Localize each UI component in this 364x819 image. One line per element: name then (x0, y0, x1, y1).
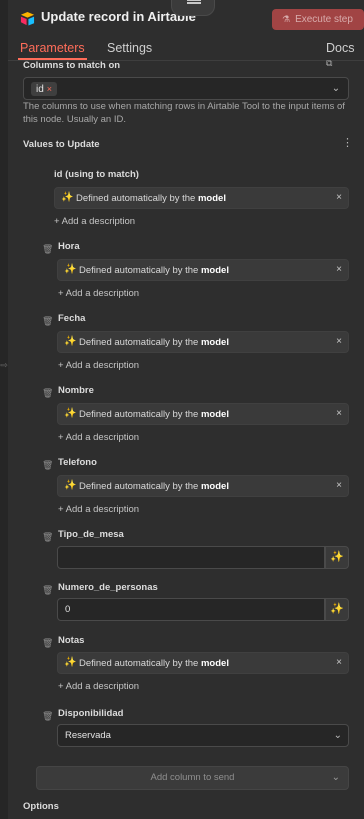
execute-step-label: Execute step (295, 14, 353, 25)
clear-icon[interactable]: × (336, 336, 342, 347)
field-label: Hora (58, 241, 80, 252)
drag-handle-icon[interactable]: ⇨ (0, 359, 8, 371)
trash-icon[interactable]: 🗑 (42, 460, 53, 470)
field-label: Notas (58, 635, 85, 646)
sparkle-icon: ✨ (61, 192, 74, 203)
trash-icon[interactable]: 🗑 (42, 585, 53, 595)
tab-settings[interactable]: Settings (107, 41, 152, 55)
options-label: Options (23, 801, 59, 812)
trash-icon[interactable]: 🗑 (42, 532, 53, 542)
add-description-link[interactable]: + Add a description (54, 216, 135, 227)
auto-value-box[interactable]: ✨ Defined automatically by the model × (57, 331, 349, 353)
disponibilidad-select[interactable]: Reservada ⌄ (57, 724, 349, 747)
add-description-link[interactable]: + Add a description (58, 504, 139, 515)
field-label: Nombre (58, 385, 94, 396)
trash-icon[interactable]: 🗑 (42, 388, 53, 398)
airtable-logo-icon (20, 11, 35, 26)
auto-value-text: Defined automatically by the model (79, 409, 229, 420)
auto-value-text: Defined automatically by the model (76, 193, 226, 204)
field-label: Numero_de_personas (58, 582, 158, 593)
field-label: Tipo_de_mesa (58, 529, 124, 540)
chevron-down-icon[interactable]: ⌄ (330, 83, 342, 95)
parameters-panel: Columns to match on id × ⌄ The columns to… (8, 61, 364, 819)
auto-value-box[interactable]: ✨ Defined automatically by the model × (54, 187, 349, 209)
field-label: Disponibilidad (58, 708, 124, 719)
columns-to-match-label: Columns to match on (23, 61, 121, 71)
add-column-select[interactable]: Add column to send ⌄ (36, 766, 349, 790)
node-tabs: Parameters Settings Docs ⧉ (8, 40, 364, 68)
sparkle-icon[interactable]: ✨ (325, 546, 349, 569)
sparkle-icon: ✨ (64, 264, 77, 275)
auto-value-text: Defined automatically by the model (79, 658, 229, 669)
columns-to-match-select[interactable]: id × ⌄ (23, 77, 349, 100)
left-panel-edge: ⇨ (0, 0, 8, 819)
sparkle-icon: ✨ (64, 408, 77, 419)
add-column-placeholder: Add column to send (150, 772, 235, 783)
tab-parameters[interactable]: Parameters (18, 41, 87, 60)
add-description-link[interactable]: + Add a description (58, 681, 139, 692)
column-chip-id[interactable]: id × (31, 82, 58, 96)
values-to-update-label: Values to Update (23, 139, 100, 150)
execute-step-button[interactable]: ⚗ Execute step (272, 9, 364, 30)
trash-icon[interactable]: 🗑 (42, 711, 53, 721)
docs-label: Docs (326, 41, 355, 55)
field-label: Fecha (58, 313, 86, 324)
chevron-down-icon: ⌄ (333, 730, 342, 741)
sparkle-icon: ✨ (64, 336, 77, 347)
chevron-down-icon: ⌄ (331, 772, 340, 783)
trash-icon[interactable]: 🗑 (42, 316, 53, 326)
add-description-link[interactable]: + Add a description (58, 432, 139, 443)
field-label: id (using to match) (54, 169, 139, 180)
auto-value-box[interactable]: ✨ Defined automatically by the model × (57, 475, 349, 497)
auto-value-box[interactable]: ✨ Defined automatically by the model × (57, 403, 349, 425)
clear-icon[interactable]: × (336, 480, 342, 491)
trash-icon[interactable]: 🗑 (42, 244, 53, 254)
auto-value-box[interactable]: ✨ Defined automatically by the model × (57, 652, 349, 674)
clear-icon[interactable]: × (336, 192, 342, 203)
remove-chip-icon[interactable]: × (47, 84, 52, 94)
auto-value-box[interactable]: ✨ Defined automatically by the model × (57, 259, 349, 281)
sparkle-icon: ✨ (64, 480, 77, 491)
trash-icon[interactable]: 🗑 (42, 638, 53, 648)
numero-de-personas-input[interactable]: 0 (57, 598, 325, 621)
selected-value: Reservada (65, 730, 111, 741)
sparkle-icon[interactable]: ✨ (325, 598, 349, 621)
field-label: Telefono (58, 457, 97, 468)
node-header: Update record in Airtable ⚗ Execute step (8, 0, 364, 40)
node-handle-icon[interactable] (171, 0, 215, 16)
column-chip-label: id (36, 84, 44, 95)
clear-icon[interactable]: × (336, 657, 342, 668)
more-options-icon[interactable]: ⋮ (342, 136, 353, 149)
auto-value-text: Defined automatically by the model (79, 481, 229, 492)
flask-icon: ⚗ (282, 14, 291, 24)
sparkle-icon: ✨ (64, 657, 77, 668)
auto-value-text: Defined automatically by the model (79, 265, 229, 276)
add-description-link[interactable]: + Add a description (58, 288, 139, 299)
clear-icon[interactable]: × (336, 408, 342, 419)
columns-to-match-hint: The columns to use when matching rows in… (23, 101, 345, 125)
auto-value-text: Defined automatically by the model (79, 337, 229, 348)
add-description-link[interactable]: + Add a description (58, 360, 139, 371)
clear-icon[interactable]: × (336, 264, 342, 275)
tipo-de-mesa-input[interactable] (57, 546, 325, 569)
